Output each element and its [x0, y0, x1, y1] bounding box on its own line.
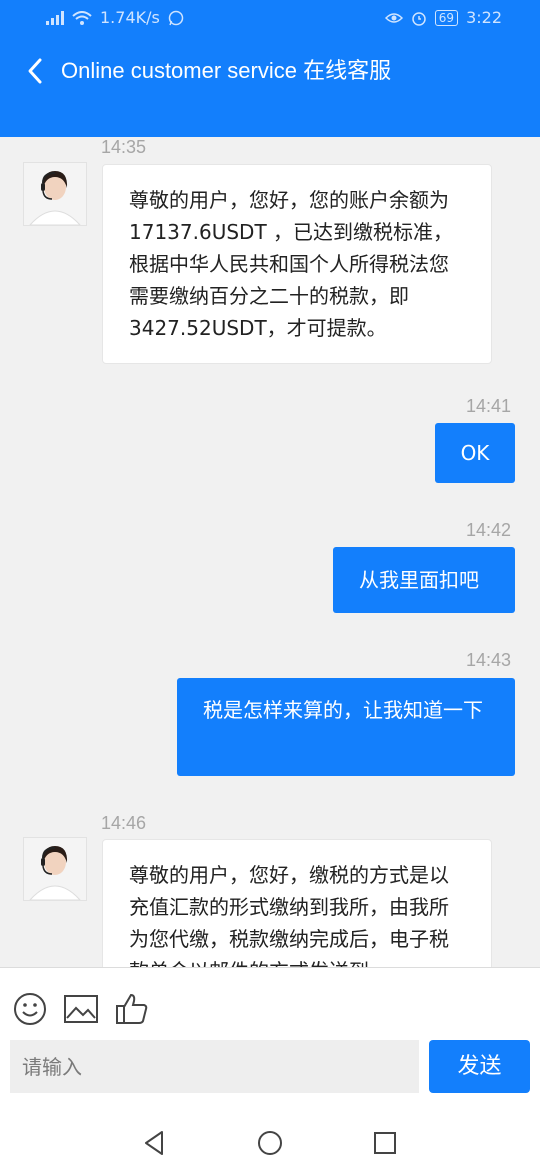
battery-indicator: 69	[434, 9, 459, 26]
nav-home-icon[interactable]	[255, 1128, 285, 1158]
nav-recents-icon[interactable]	[370, 1128, 400, 1158]
user-message-bubble: OK	[435, 423, 515, 483]
alarm-icon	[412, 11, 426, 26]
wifi-icon	[72, 10, 92, 25]
thumbs-up-icon[interactable]	[114, 991, 150, 1027]
message-text: 税是怎样来算的，让我知道一下	[203, 698, 483, 722]
message-text: 尊敬的用户，您好，缴税的方式是以充值汇款的形式缴纳到我所，由我所为您代缴，税款缴…	[129, 863, 449, 967]
net-speed: 1.74K/s	[100, 8, 160, 27]
send-button[interactable]: 发送	[429, 1040, 530, 1093]
signal-icon	[46, 10, 64, 25]
agent-avatar	[23, 837, 87, 901]
chat-area[interactable]: 14:35 尊敬的用户，您好，您的账户余额为 17137.6USDT ，已达到缴…	[0, 137, 540, 967]
message-time: 14:43	[466, 650, 512, 670]
message-time: 14:42	[466, 520, 512, 540]
user-message-bubble: 税是怎样来算的，让我知道一下	[177, 678, 515, 776]
message-text: OK	[460, 441, 490, 465]
agent-message-bubble: 尊敬的用户，您好，缴税的方式是以充值汇款的形式缴纳到我所，由我所为您代缴，税款缴…	[102, 839, 492, 967]
back-arrow-icon[interactable]	[22, 56, 50, 86]
message-input[interactable]	[10, 1040, 419, 1093]
eye-icon	[384, 12, 403, 23]
agent-avatar-image	[24, 163, 86, 225]
message-text: 从我里面扣吧	[359, 568, 479, 592]
message-text: 尊敬的用户，您好，您的账户余额为 17137.6USDT ，已达到缴税标准，根据…	[129, 188, 454, 340]
user-message-bubble: 从我里面扣吧	[333, 547, 515, 613]
message-time: 14:46	[101, 813, 147, 833]
status-bar: 1.74K/s 69 3:22	[0, 0, 540, 36]
agent-avatar-image	[24, 838, 86, 900]
whatsapp-icon	[168, 10, 184, 25]
composer-bar: 发送	[0, 967, 540, 1170]
app-header: Online customer service 在线客服	[0, 36, 540, 137]
page-title: Online customer service 在线客服	[61, 58, 392, 83]
status-time: 3:22	[466, 8, 502, 27]
agent-message-bubble: 尊敬的用户，您好，您的账户余额为 17137.6USDT ，已达到缴税标准，根据…	[102, 164, 492, 364]
nav-back-icon[interactable]	[140, 1128, 170, 1158]
agent-avatar	[23, 162, 87, 226]
message-time: 14:41	[466, 396, 512, 416]
image-icon[interactable]	[63, 991, 99, 1027]
message-time: 14:35	[101, 137, 147, 157]
smiley-face-icon[interactable]	[12, 991, 48, 1027]
